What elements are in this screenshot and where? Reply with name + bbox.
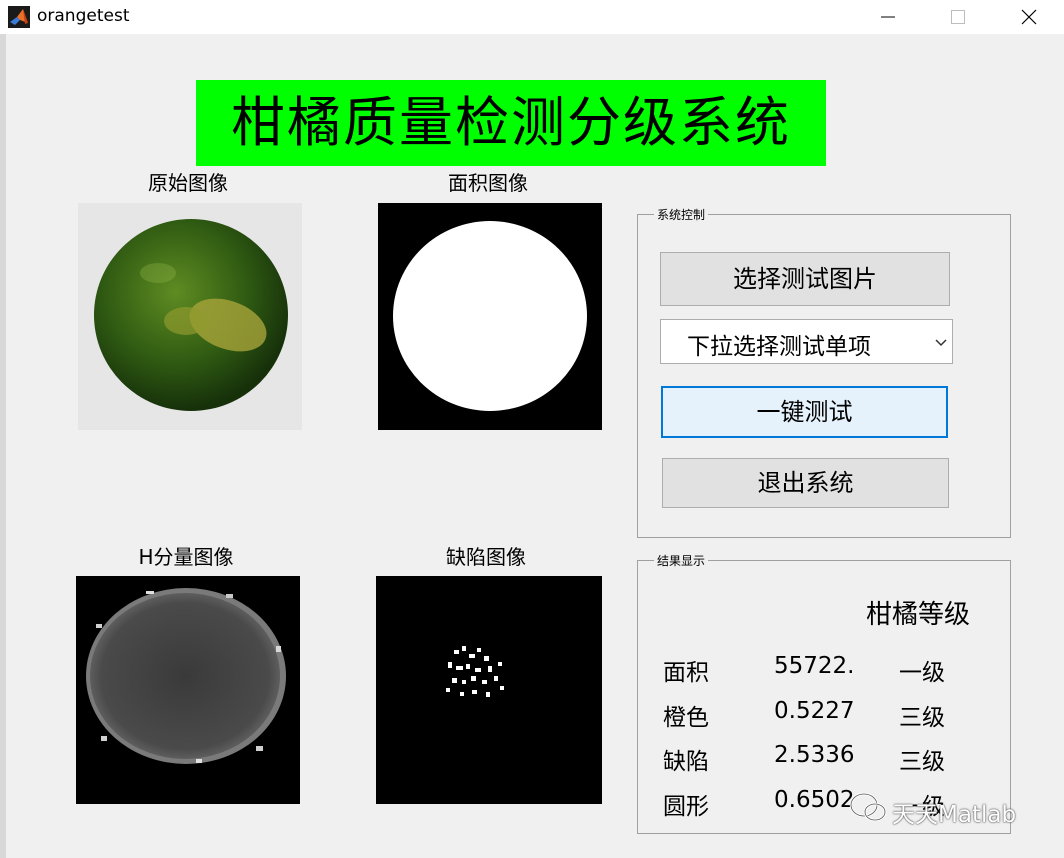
result-value-orange: 0.5227	[774, 698, 855, 724]
result-grade-defect: 三级	[899, 749, 945, 775]
one-click-test-button[interactable]: 一键测试	[661, 386, 948, 438]
result-label-round: 圆形	[663, 794, 709, 820]
defect-image-caption: 缺陷图像	[446, 545, 526, 569]
h-component-image-caption: H分量图像	[138, 545, 234, 569]
minimize-icon	[881, 16, 895, 18]
control-panel-legend: 系统控制	[657, 208, 706, 222]
original-image-caption: 原始图像	[148, 171, 228, 195]
close-button[interactable]	[1006, 0, 1052, 34]
close-icon	[1021, 9, 1037, 25]
watermark: 天天Matlab	[848, 789, 1016, 828]
area-image-axes	[378, 203, 602, 430]
result-value-round: 0.6502	[774, 787, 855, 813]
h-component-image	[86, 588, 286, 764]
minimize-button[interactable]	[865, 0, 911, 34]
area-mask-image	[393, 221, 587, 411]
wechat-icon	[849, 792, 887, 822]
defect-mask-image	[446, 646, 504, 697]
grade-header: 柑橘等级	[866, 600, 971, 630]
main-title: 柑橘质量检测分级系统	[196, 80, 826, 166]
result-label-area: 面积	[663, 660, 709, 686]
orange-photo	[94, 219, 288, 411]
result-value-defect: 2.5336	[774, 742, 855, 768]
result-panel-legend: 结果显示	[657, 554, 706, 568]
dropdown-selected-value: 下拉选择测试单项	[687, 334, 871, 360]
result-value-area: 55722.	[774, 653, 855, 679]
area-image-caption: 面积图像	[448, 171, 528, 195]
result-grade-orange: 三级	[899, 705, 945, 731]
exit-system-button[interactable]: 退出系统	[662, 458, 949, 508]
chevron-down-icon	[930, 320, 952, 363]
original-image-axes	[78, 203, 302, 430]
watermark-text: 天天Matlab	[892, 802, 1017, 828]
maximize-button[interactable]	[935, 0, 981, 34]
window-titlebar: orangetest	[0, 0, 1064, 34]
select-image-button[interactable]: 选择测试图片	[660, 252, 950, 306]
test-item-dropdown[interactable]: 下拉选择测试单项	[660, 319, 953, 364]
h-component-image-axes	[76, 576, 300, 804]
result-label-orange: 橙色	[663, 705, 709, 731]
window-left-edge	[0, 34, 6, 858]
result-label-defect: 缺陷	[663, 749, 709, 775]
window-title: orangetest	[37, 6, 130, 26]
result-grade-area: 一级	[899, 660, 945, 686]
defect-image-axes	[376, 576, 602, 804]
maximize-icon	[951, 10, 965, 24]
matlab-app-icon	[8, 6, 30, 28]
